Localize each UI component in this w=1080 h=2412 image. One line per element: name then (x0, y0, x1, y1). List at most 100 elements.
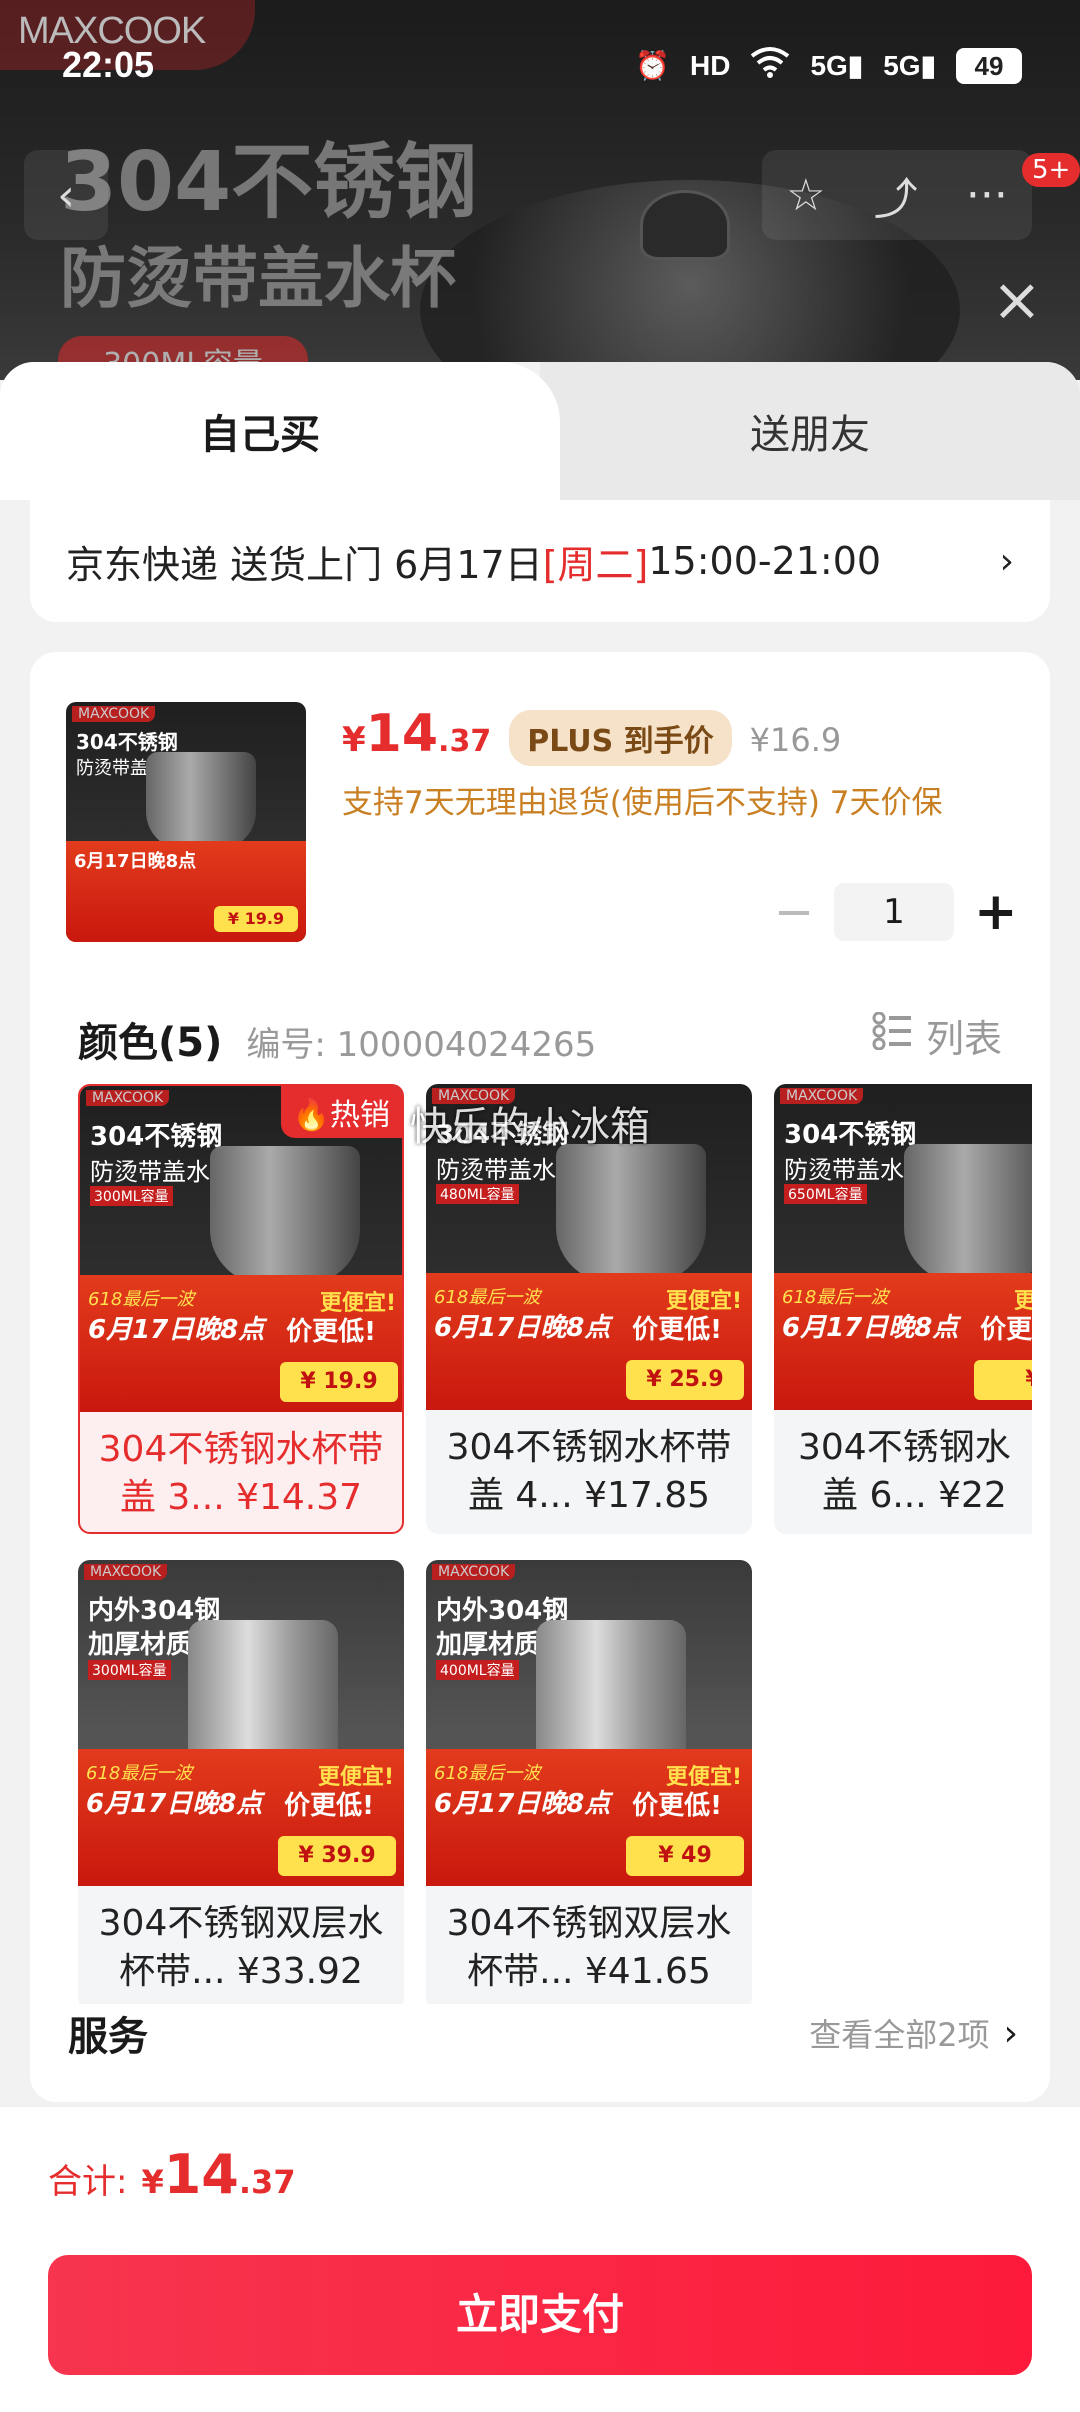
product-hero-image: MAXCOOK 304不锈钢 防烫带盖水杯 300ML容量 22:05 ⏰ HD… (0, 0, 1080, 380)
thumb-title: 304不锈钢 (76, 730, 178, 754)
quantity-value[interactable]: 1 (834, 883, 954, 941)
cup-image (536, 1620, 686, 1770)
plus-price-badge: PLUS 到手价 (509, 710, 732, 766)
color-option[interactable]: MAXCOOK 内外304钢 加厚材质 300ML容量 618最后一波 6月17… (78, 1560, 404, 2004)
thumb-price: ¥ 39.9 (278, 1836, 396, 1876)
thumb-title: 304不锈钢 (784, 1120, 917, 1150)
thumb-logo: MAXCOOK (84, 1564, 168, 1580)
cup-image (904, 1144, 1032, 1284)
option-thumbnail: MAXCOOK 内外304钢 加厚材质 300ML容量 618最后一波 6月17… (78, 1560, 404, 1886)
thumb-logo: MAXCOOK (432, 1564, 516, 1580)
delivery-window: 15:00-21:00 (648, 539, 882, 583)
option-label: 304不锈钢水杯带 盖 4... ¥17.85 (446, 1427, 732, 1516)
pay-now-button[interactable]: 立即支付 (48, 2255, 1032, 2375)
color-option[interactable]: MAXCOOK 内外304钢 加厚材质 400ML容量 618最后一波 6月17… (426, 1560, 752, 2004)
chevron-right-icon: › (1003, 2012, 1018, 2054)
thumb-capacity: 480ML容量 (436, 1184, 519, 1204)
status-time: 22:05 (62, 44, 155, 85)
purchase-tabs: 送朋友 自己买 (0, 362, 1080, 500)
color-option[interactable]: MAXCOOK 304不锈钢 防烫带盖水杯 650ML容量 618最后一波 6月… (774, 1084, 1032, 1534)
product-thumbnail: MAXCOOK 304不锈钢 防烫带盖水杯 6月17日晚8点 ¥ 19.9 (66, 702, 306, 942)
cup-image (556, 1144, 706, 1284)
sku-number: 编号: 100004024265 (246, 1025, 597, 1065)
product-card: MAXCOOK 304不锈钢 防烫带盖水杯 6月17日晚8点 ¥ 19.9 ¥1… (30, 652, 1050, 2102)
delivery-row[interactable]: 京东快递 送货上门 6月17日 [周二] 15:00-21:00 › (30, 500, 1050, 622)
cup-image (210, 1146, 360, 1286)
thumb-promo: 6月17日晚8点 ¥ 19.9 (66, 841, 306, 942)
option-thumbnail: MAXCOOK 内外304钢 加厚材质 400ML容量 618最后一波 6月17… (426, 1560, 752, 1886)
thumb-price: ¥ (974, 1360, 1032, 1400)
cup-image (146, 752, 256, 852)
list-toggle-label: 列表 (925, 1017, 1002, 1061)
services-title: 服务 (68, 2014, 148, 2060)
hd-icon: HD (689, 49, 731, 81)
list-view-toggle[interactable]: 列表 (872, 1008, 1002, 1063)
thumb-title: 304不锈钢 (90, 1122, 223, 1152)
thumb-capacity: 300ML容量 (88, 1660, 171, 1680)
color-options-grid: 🔥热销 MAXCOOK 304不锈钢 防烫带盖水杯 300ML容量 618最后一… (78, 1084, 1032, 2004)
thumb-capacity: 300ML容量 (90, 1186, 173, 1206)
chevron-left-icon: ‹ (57, 169, 75, 221)
watermark-text: 快乐的小冰箱 (410, 1104, 650, 1150)
battery-icon: 49 (956, 47, 1022, 84)
favorite-star-icon[interactable]: ☆ (786, 170, 825, 221)
services-link: 查看全部2项 (809, 2016, 990, 2054)
thumb-price: ¥ 19.9 (214, 906, 298, 932)
tab-gift[interactable]: 送朋友 (540, 362, 1080, 500)
tab-self[interactable]: 自己买 (0, 362, 560, 500)
hot-sale-badge: 🔥热销 (280, 1086, 402, 1138)
lid-knob-image (640, 190, 730, 260)
total-label: 合计: (48, 2162, 128, 2202)
thumb-price: ¥ 49 (626, 1836, 744, 1876)
current-price: ¥14.37 (342, 704, 492, 764)
signal-5g-icon-1: 5G▮ (810, 50, 864, 81)
color-header: 颜色(5) 编号: 100004024265 (78, 1010, 596, 1068)
hero-title-line2: 防烫带盖水杯 (60, 240, 456, 317)
alarm-icon: ⏰ (635, 50, 670, 81)
purchase-sheet: 送朋友 自己买 京东快递 送货上门 6月17日 [周二] 15:00-21:00… (0, 362, 1080, 2412)
share-icon[interactable]: ⤴ (874, 163, 918, 227)
price-row: ¥14.37 PLUS 到手价 ¥16.9 (342, 704, 841, 766)
thumb-subtitle: 加厚材质 (88, 1630, 193, 1660)
status-icons: ⏰ HD 5G▮ 5G▮ 49 (635, 46, 1022, 85)
thumb-promo: 618最后一波 6月17日晚8点 更便宜! 价更低! ¥ 25.9 (426, 1273, 752, 1410)
promo-date: 6月17日晚8点 (74, 851, 197, 873)
option-label: 304不锈钢双层水 杯带... ¥41.65 (446, 1903, 732, 1992)
quantity-stepper: − 1 + (774, 882, 1018, 942)
thumb-promo: 618最后一波 6月17日晚8点 更便宜! 价更低! ¥ (774, 1273, 1032, 1410)
thumb-logo: MAXCOOK (72, 706, 156, 722)
checkout-footer: 合计: ¥ 14 .37 立即支付 (0, 2106, 1080, 2412)
fire-icon: 🔥 (292, 1098, 330, 1133)
thumb-logo: MAXCOOK (780, 1088, 864, 1104)
more-icon[interactable]: ··· (966, 170, 1008, 221)
color-title: 颜色(5) (78, 1020, 223, 1066)
thumb-subtitle: 加厚材质 (436, 1630, 541, 1660)
delivery-prefix: 京东快递 送货上门 6月17日 (66, 542, 543, 587)
wifi-icon (750, 46, 790, 85)
message-badge: 5+ (1022, 153, 1080, 187)
decrease-button[interactable]: − (774, 884, 814, 940)
list-icon (872, 1011, 912, 1059)
thumb-capacity: 400ML容量 (436, 1660, 519, 1680)
option-label: 304不锈钢双层水 杯带... ¥33.92 (98, 1903, 384, 1992)
option-label: 304不锈钢水杯带 盖 3... ¥14.37 (98, 1429, 384, 1518)
delivery-weekday: [周二] (542, 542, 649, 587)
thumb-price: ¥ 25.9 (626, 1360, 744, 1400)
service-note: 支持7天无理由退货(使用后不支持) 7天价保 (342, 785, 943, 821)
services-row[interactable]: 服务 查看全部2项 › (68, 2004, 1018, 2062)
option-label: 304不锈钢水 盖 6... ¥22 (798, 1427, 1011, 1516)
hero-title-line1: 304不锈钢 (60, 135, 478, 230)
header-actions: ☆ ⤴ ··· (762, 150, 1032, 240)
close-icon[interactable]: × (992, 270, 1042, 330)
back-button[interactable]: ‹ (24, 150, 108, 240)
original-price: ¥16.9 (749, 721, 842, 759)
increase-button[interactable]: + (974, 882, 1018, 942)
thumb-promo: 618最后一波 6月17日晚8点 更便宜! 价更低! ¥ 49 (426, 1749, 752, 1886)
total-price: 合计: ¥ 14 .37 (48, 2143, 296, 2206)
option-thumbnail: MAXCOOK 304不锈钢 防烫带盖水杯 650ML容量 618最后一波 6月… (774, 1084, 1032, 1410)
thumb-promo: 618最后一波 6月17日晚8点 更便宜! 价更低! ¥ 39.9 (78, 1749, 404, 1886)
signal-5g-icon-2: 5G▮ (883, 50, 936, 81)
thumb-promo: 618最后一波 6月17日晚8点 更便宜! 价更低! ¥ 19.9 (80, 1275, 402, 1412)
color-option[interactable]: 🔥热销 MAXCOOK 304不锈钢 防烫带盖水杯 300ML容量 618最后一… (78, 1084, 404, 1534)
thumb-logo: MAXCOOK (86, 1090, 170, 1106)
